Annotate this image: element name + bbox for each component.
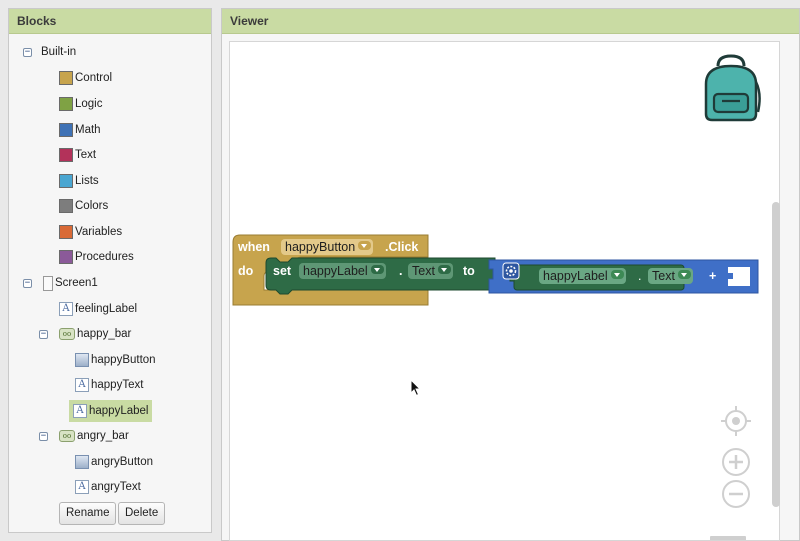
tree-item-label: happyText: [91, 379, 144, 391]
set-component-dropdown[interactable]: happyLabel: [299, 263, 386, 279]
drawer-label: Math: [75, 124, 101, 136]
tree-item-happylabel[interactable]: A happyLabel: [69, 400, 153, 422]
drawer-logic[interactable]: Logic: [59, 93, 103, 115]
tree-item-label: angry_bar: [77, 430, 129, 442]
control-swatch-icon: [59, 71, 73, 85]
drawer-variables[interactable]: Variables: [59, 221, 122, 243]
tree-item-label: happyLabel: [89, 405, 149, 417]
when-keyword: when: [238, 240, 270, 254]
tree-item-screen1[interactable]: Screen1: [43, 272, 98, 294]
angry-bar-collapse-icon[interactable]: −: [39, 432, 48, 441]
blocks-panel-title: Blocks: [9, 9, 211, 34]
get-property-dropdown[interactable]: Text: [648, 268, 693, 284]
delete-button[interactable]: Delete: [118, 502, 166, 525]
chevron-down-icon: [358, 241, 372, 250]
gear-icon[interactable]: [502, 262, 520, 280]
set-component-label: happyLabel: [303, 264, 368, 278]
mouse-cursor-icon: [410, 379, 422, 397]
drawer-label: Variables: [75, 226, 123, 238]
drawer-math[interactable]: Math: [59, 119, 101, 141]
rename-button[interactable]: Rename: [59, 502, 117, 525]
procedures-swatch-icon: [59, 250, 73, 264]
label-icon: A: [59, 302, 73, 316]
zoom-in-icon[interactable]: [721, 447, 751, 477]
drawer-label: Logic: [75, 98, 103, 110]
get-component-label: happyLabel: [543, 269, 608, 283]
trash-icon[interactable]: [708, 534, 748, 541]
tree-item-angry-bar[interactable]: oo angry_bar: [59, 425, 129, 447]
builtin-collapse-icon[interactable]: −: [23, 48, 32, 57]
blocks-tree: − Built-in Control Logic Math Text Lists…: [9, 34, 211, 532]
workspace-scrollbar[interactable]: [772, 202, 780, 507]
tree-item-feelinglabel[interactable]: A feelingLabel: [59, 298, 137, 320]
screen-icon: [43, 275, 53, 291]
colors-swatch-icon: [59, 199, 73, 213]
tree-item-angrytext[interactable]: A angryText: [75, 476, 141, 498]
blocks-panel: Blocks − Built-in Control Logic Math Tex…: [8, 8, 212, 533]
button-icon: [75, 455, 89, 469]
logic-swatch-icon: [59, 97, 73, 111]
to-keyword: to: [463, 264, 475, 278]
variables-swatch-icon: [59, 225, 73, 239]
join-add-input[interactable]: +: [709, 269, 716, 283]
drawer-label: Colors: [75, 200, 109, 212]
chevron-down-icon: [610, 270, 624, 279]
tree-item-angrybutton[interactable]: angryButton: [75, 451, 153, 473]
drawer-colors[interactable]: Colors: [59, 195, 108, 217]
set-property-label: Text: [412, 264, 435, 278]
text-swatch-icon: [59, 148, 73, 162]
drawer-label: Lists: [75, 175, 99, 187]
set-dot: .: [399, 264, 403, 278]
center-icon[interactable]: [721, 406, 751, 436]
chevron-down-icon: [437, 265, 451, 274]
drawer-label: Text: [75, 149, 97, 161]
get-component-dropdown[interactable]: happyLabel: [539, 268, 626, 284]
tree-item-label: happy_bar: [77, 328, 132, 340]
get-property-label: Text: [652, 269, 675, 283]
viewer-panel-title: Viewer: [222, 9, 799, 34]
tree-item-label: Screen1: [55, 277, 98, 289]
drawer-procedures[interactable]: Procedures: [59, 246, 134, 268]
tree-item-label: feelingLabel: [75, 303, 138, 315]
chevron-down-icon: [677, 270, 691, 279]
zoom-out-icon[interactable]: [721, 479, 751, 509]
tree-item-happytext[interactable]: A happyText: [75, 374, 143, 396]
get-dot: .: [638, 269, 642, 283]
tree-item-label: angryButton: [91, 456, 154, 468]
tree-item-label: angryText: [91, 481, 141, 493]
tree-item-builtin[interactable]: Built-in: [41, 41, 76, 63]
tree-item-label: happyButton: [91, 354, 156, 366]
drawer-label: Control: [75, 72, 113, 84]
drawer-label: Procedures: [75, 251, 134, 263]
backpack-icon[interactable]: [698, 54, 764, 124]
drawer-control[interactable]: Control: [59, 67, 112, 89]
event-component-dropdown[interactable]: happyButton: [281, 239, 374, 255]
lists-swatch-icon: [59, 174, 73, 188]
blocks-workspace[interactable]: when happyButton .Click do set happyLabe…: [229, 41, 780, 541]
set-property-dropdown[interactable]: Text: [408, 263, 453, 279]
drawer-lists[interactable]: Lists: [59, 170, 99, 192]
label-icon: A: [75, 378, 89, 392]
event-name: .Click: [385, 240, 419, 254]
math-swatch-icon: [59, 123, 73, 137]
arrangement-icon: oo: [59, 430, 75, 442]
happy-bar-collapse-icon[interactable]: −: [39, 330, 48, 339]
label-icon: A: [75, 480, 89, 494]
arrangement-icon: oo: [59, 328, 75, 340]
chevron-down-icon: [370, 265, 384, 274]
set-keyword: set: [273, 264, 292, 278]
tree-item-happybutton[interactable]: happyButton: [75, 349, 156, 371]
label-icon: A: [73, 404, 87, 418]
do-keyword: do: [238, 264, 254, 278]
screen1-collapse-icon[interactable]: −: [23, 279, 32, 288]
tree-item-label: Built-in: [41, 46, 77, 58]
drawer-text[interactable]: Text: [59, 144, 96, 166]
tree-item-happy-bar[interactable]: oo happy_bar: [59, 323, 131, 345]
event-component-label: happyButton: [285, 240, 356, 254]
button-icon: [75, 353, 89, 367]
